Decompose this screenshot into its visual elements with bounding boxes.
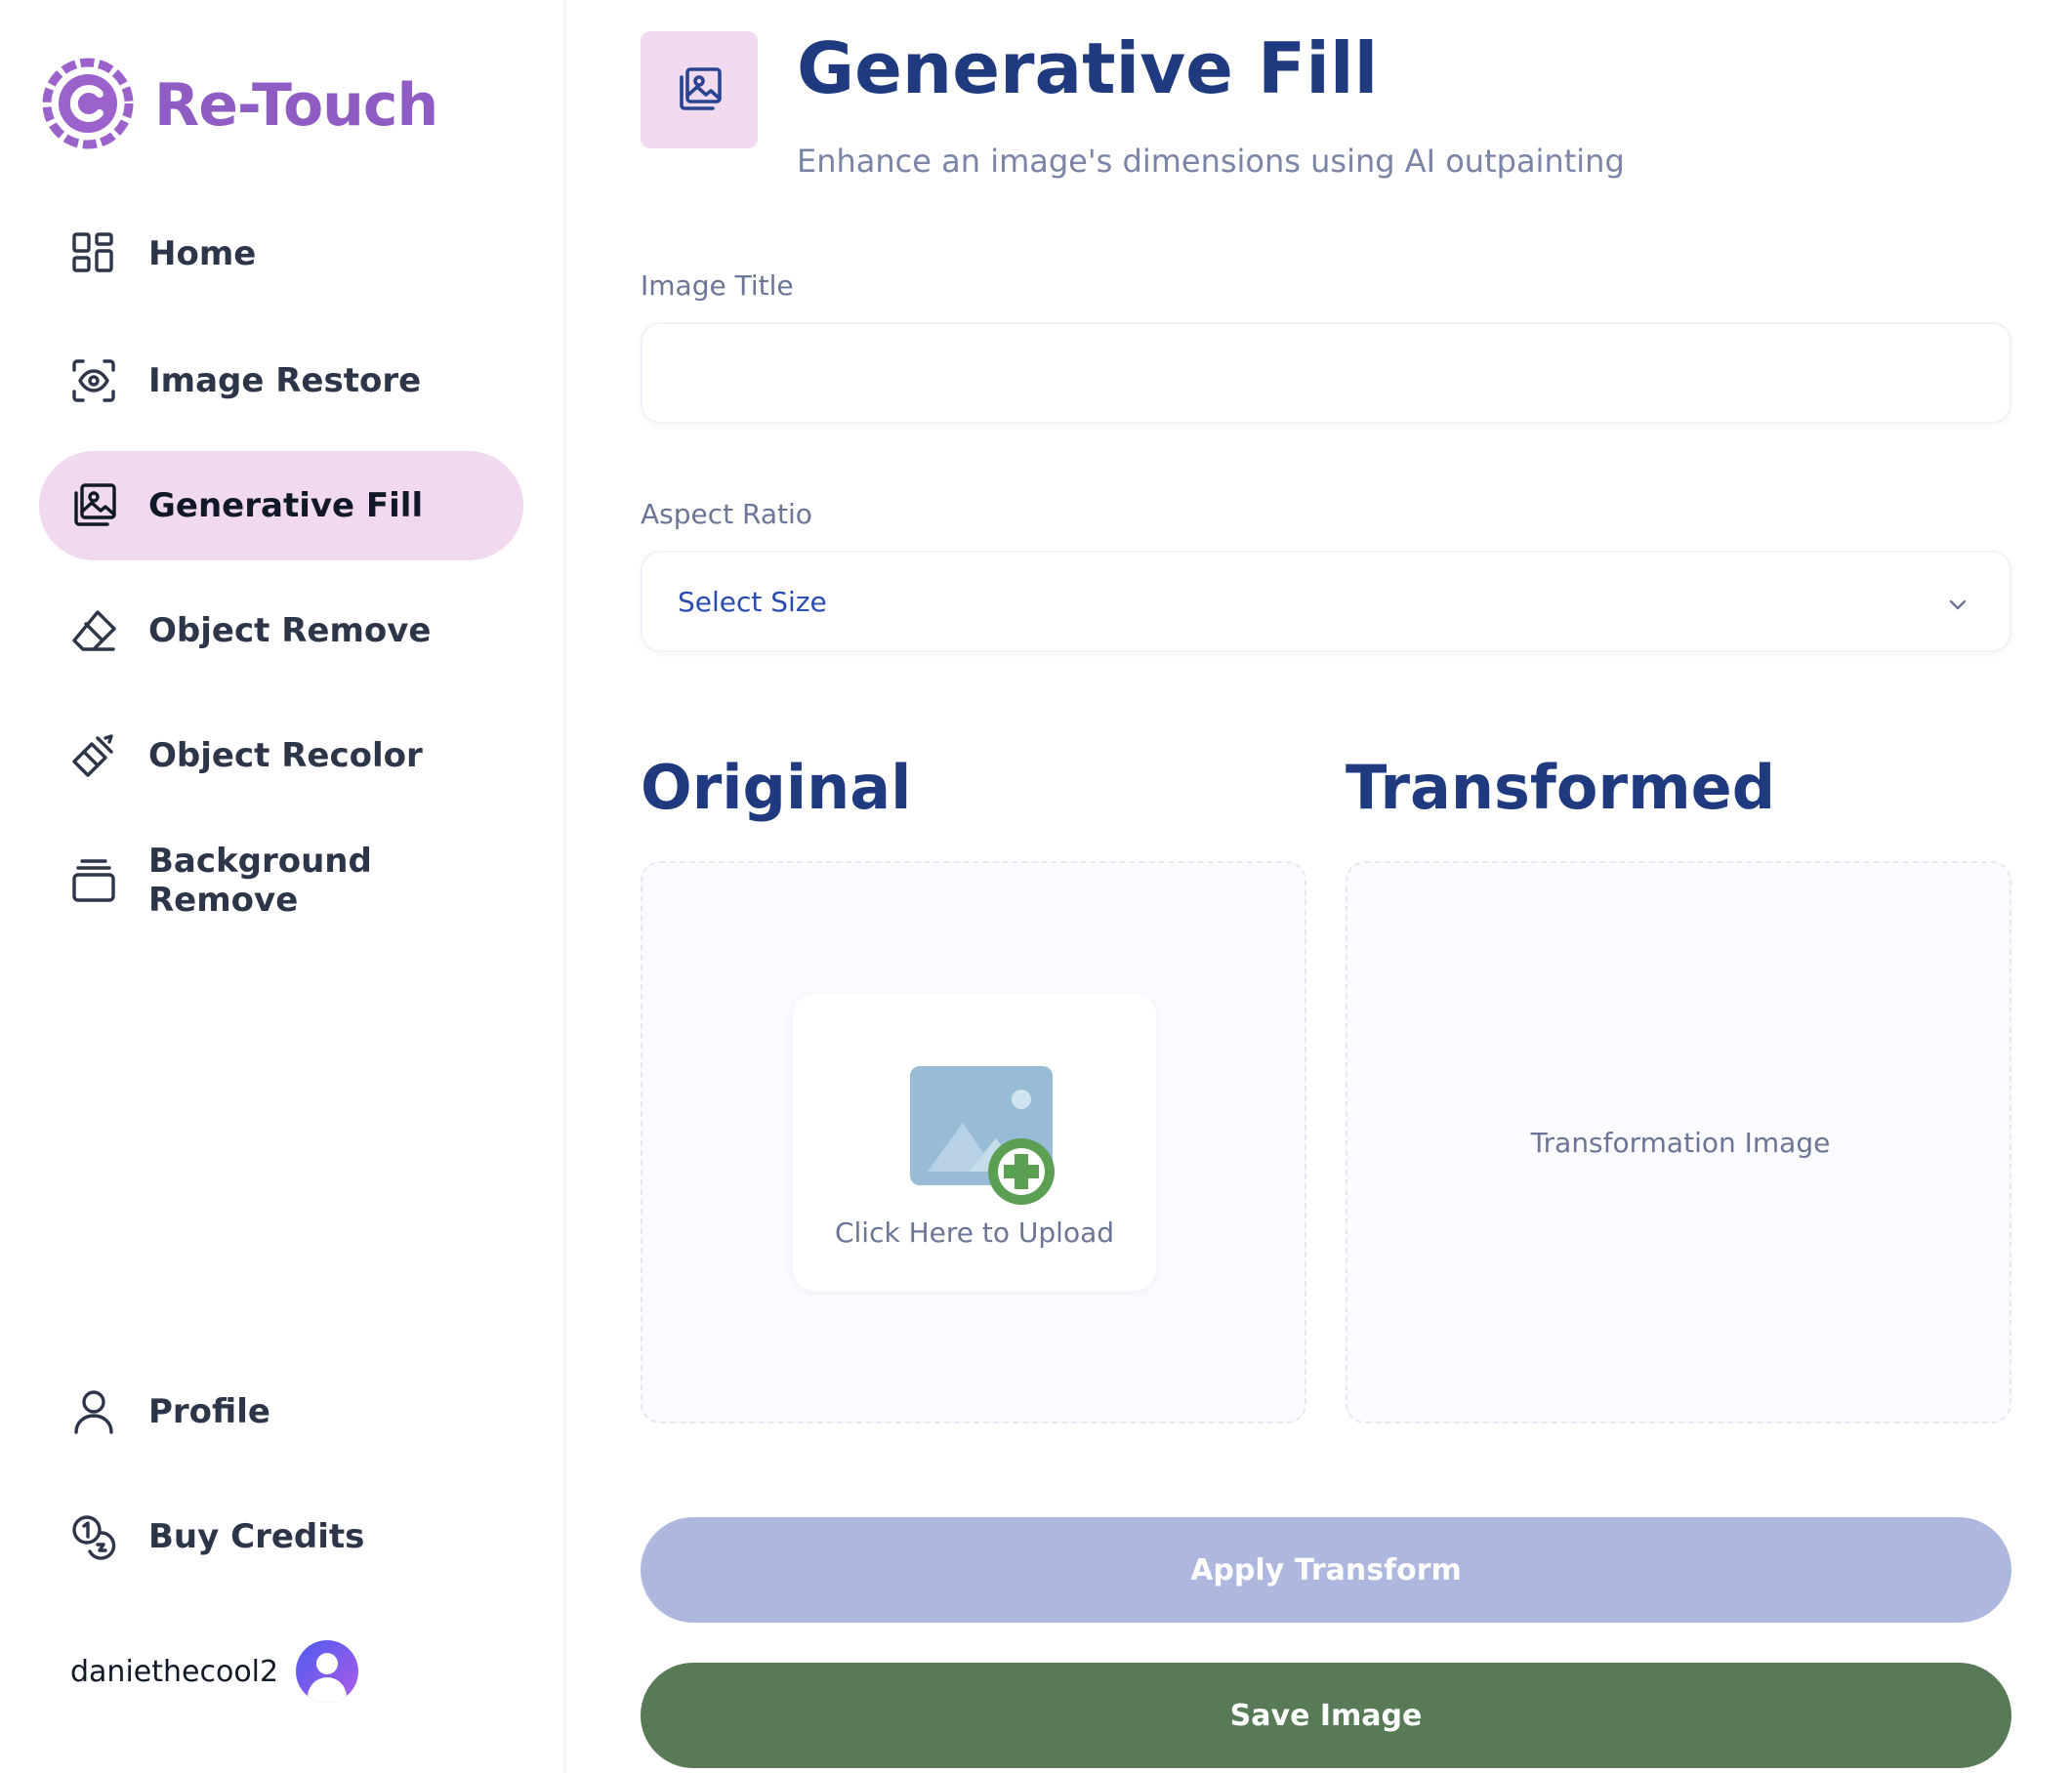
avatar-head [316,1653,339,1674]
sidebar-item-generative-fill[interactable]: Generative Fill [39,451,523,560]
image-title-label: Image Title [641,269,794,302]
sidebar: Re-Touch Home Image Restore Generative F… [0,0,566,1773]
sidebar-item-label: Object Recolor [148,736,423,775]
coins-icon [68,1511,119,1562]
brand-name: Re-Touch [154,71,438,140]
image-title-field-wrapper [641,322,2011,424]
user-icon [68,1386,119,1437]
home-grid-icon [68,228,119,279]
images-icon [68,480,119,531]
sidebar-item-label: Buy Credits [148,1517,365,1556]
add-image-icon [910,1066,1055,1205]
save-image-button[interactable]: Save Image [641,1663,2011,1768]
page-subtitle: Enhance an image's dimensions using AI o… [797,143,1625,180]
username: daniethecool2 [70,1654,279,1689]
original-image-panel: Click Here to Upload [641,861,1306,1423]
page-title: Generative Fill [797,27,1379,109]
sidebar-item-image-restore[interactable]: Image Restore [39,326,523,435]
sidebar-item-buy-credits[interactable]: Buy Credits [39,1482,523,1591]
apply-transform-button[interactable]: Apply Transform [641,1517,2011,1623]
paint-brush-icon [68,730,119,781]
user-avatar-icon[interactable] [296,1640,359,1703]
logo-icon [41,57,135,154]
scan-eye-icon [68,355,119,406]
sidebar-item-label: Profile [148,1392,270,1431]
transformation-placeholder: Transformation Image [1530,1127,1831,1159]
upload-image-button[interactable]: Click Here to Upload [793,994,1156,1291]
original-heading: Original [641,752,912,823]
upload-text: Click Here to Upload [834,1216,1115,1249]
sidebar-item-label: Home [148,234,257,273]
sidebar-item-background-remove[interactable]: Background Remove [39,826,523,935]
chevron-down-icon [1949,599,1967,610]
sidebar-item-label: Generative Fill [148,486,424,525]
sidebar-item-object-recolor[interactable]: Object Recolor [39,701,523,810]
eraser-icon [68,605,119,656]
avatar-body [308,1677,348,1703]
image-title-input[interactable] [642,324,2010,422]
user-account[interactable]: daniethecool2 [70,1640,359,1703]
app-root: Re-Touch Home Image Restore Generative F… [0,0,2072,1773]
transformed-heading: Transformed [1346,752,1776,823]
sidebar-item-object-remove[interactable]: Object Remove [39,576,523,685]
sidebar-item-profile[interactable]: Profile [39,1357,523,1466]
images-icon [680,67,722,110]
sidebar-item-home[interactable]: Home [39,199,523,309]
aspect-ratio-label: Aspect Ratio [641,498,812,530]
brand-logo[interactable]: Re-Touch [41,57,438,154]
transformed-image-panel: Transformation Image [1346,861,2011,1423]
sidebar-item-label: Object Remove [148,611,432,650]
layers-icon [68,855,119,906]
aspect-ratio-selected-value: Select Size [678,586,827,618]
aspect-ratio-select[interactable]: Select Size [641,551,2011,652]
sidebar-item-label: Background Remove [148,842,372,920]
sidebar-item-label: Image Restore [148,361,422,400]
page-icon [641,31,758,148]
